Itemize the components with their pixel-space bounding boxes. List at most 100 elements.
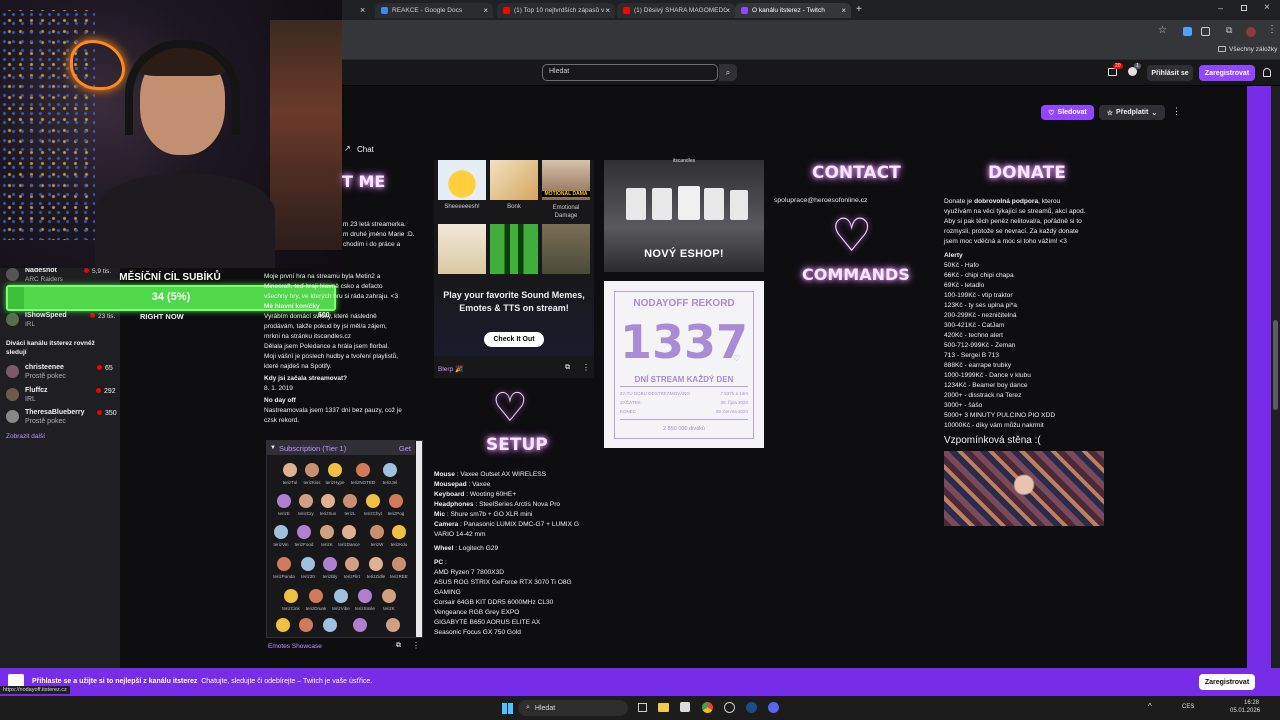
external-link-icon[interactable]: ⧉ [396,642,401,650]
sub-emote-icon[interactable] [277,494,291,508]
taskbar-search[interactable]: ⌕ Hledat [518,700,628,716]
tray-chevron-icon[interactable]: ^ [1148,702,1152,711]
discord-icon[interactable] [768,702,779,713]
sub-emote-icon[interactable] [301,557,315,571]
store-icon[interactable] [680,702,690,712]
subscription-header[interactable]: ▼ Subscription (Tier 1) Get [267,441,415,455]
extension-icon[interactable] [1183,27,1192,36]
translate-icon[interactable] [1201,27,1210,36]
sub-emote-icon[interactable] [299,494,313,508]
sub-emote-icon[interactable] [305,463,319,477]
sub-emote-icon[interactable] [358,589,372,603]
sub-emote-icon[interactable] [343,494,357,508]
sidebar-related-channel[interactable]: Fluffcz IRL 292 [6,386,118,406]
tab-docs[interactable]: REAKCE - Google Docs × [375,3,493,18]
sub-emote-icon[interactable] [356,463,370,477]
contact-email[interactable]: spoluprace@heroesofonline.cz [774,197,867,204]
app-icon[interactable] [724,702,735,713]
sub-emote-icon[interactable] [274,525,288,539]
sub-emote-icon[interactable] [366,494,380,508]
chat-label[interactable]: Chat [357,145,374,154]
sub-emote-icon[interactable] [370,525,384,539]
emote-bonk[interactable] [490,160,538,200]
profile-icon[interactable] [1246,27,1256,37]
sub-emote-icon[interactable] [369,557,383,571]
notifications-icon[interactable] [1108,68,1117,76]
sub-emote-icon[interactable] [283,463,297,477]
sidebar-channel[interactable]: IShowSpeed IRL 23 tis. [6,311,118,331]
close-icon[interactable]: × [605,6,610,15]
all-bookmarks-label[interactable]: Všechny záložky [1229,46,1277,53]
more-icon[interactable]: ⋮ [582,363,590,372]
sub-emote-icon[interactable] [389,494,403,508]
subscription-scrollbar[interactable] [416,441,422,637]
sub-emote-icon[interactable] [299,618,313,632]
user-icon[interactable] [1263,68,1271,77]
sub-emote-icon[interactable] [321,494,335,508]
sub-emote-icon[interactable] [323,557,337,571]
subscribe-button[interactable]: ☆ Předplatit ⌄ [1099,105,1165,120]
puzzle-icon[interactable]: ⧉ [1226,25,1232,36]
tab-youtube-1[interactable]: (1) Top 10 nejtvrdších zápasů v × [497,3,615,18]
check-it-out-button[interactable]: Check It Out [484,332,544,347]
sub-emote-icon[interactable] [383,463,397,477]
sub-emote-icon[interactable] [276,618,290,632]
follow-button[interactable]: ♡ Sledovat [1041,105,1094,120]
sub-emote-icon[interactable] [392,557,406,571]
sub-emote-icon[interactable] [277,557,291,571]
bookmark-star-icon[interactable]: ☆ [1158,25,1167,36]
close-icon[interactable]: × [841,6,846,15]
emote-anime-wow[interactable] [438,224,486,274]
close-icon[interactable]: × [483,6,488,15]
sub-emote-icon[interactable] [342,525,356,539]
steam-icon[interactable] [746,702,757,713]
clock-date[interactable]: 05.01.2026 [1230,708,1260,714]
new-tab-button[interactable]: + [856,4,862,15]
windows-start-icon[interactable] [502,703,513,714]
sidebar-related-channel[interactable]: TheresaBlueberry Prostě pokec 350 [6,408,118,428]
eshop-panel[interactable]: itscandles NOVÝ ESHOP! [604,158,764,272]
close-icon[interactable]: × [725,6,730,15]
blerp-footer[interactable]: Blerp 🎉 [438,365,463,373]
more-options-icon[interactable]: ⋮ [1172,106,1181,117]
maximize-icon[interactable] [1241,5,1247,11]
sub-emote-icon[interactable] [382,589,396,603]
signup-button[interactable]: Zaregistrovat [1199,65,1255,81]
sub-emote-icon[interactable] [309,589,323,603]
sub-emote-icon[interactable] [345,557,359,571]
tab-close-icon[interactable]: × [360,5,365,15]
get-link[interactable]: Get [399,444,411,453]
file-explorer-icon[interactable] [658,703,669,712]
minimize-icon[interactable]: – [1218,3,1223,13]
sub-emote-icon[interactable] [328,463,342,477]
more-icon[interactable]: ⋮ [412,641,420,650]
emote-sheesh[interactable] [438,160,486,200]
scrollbar-thumb[interactable] [1273,320,1278,410]
chrome-icon[interactable] [702,702,713,713]
sub-emote-icon[interactable] [323,618,337,632]
task-view-icon[interactable] [638,703,647,712]
sub-emote-icon[interactable] [353,618,367,632]
tab-youtube-2[interactable]: (1) Děsivý SHARA MAGOMEDO × [617,3,735,18]
search-button[interactable]: ⌕ [719,64,737,81]
sub-emote-icon[interactable] [320,525,334,539]
external-link-icon[interactable]: ⧉ [565,364,570,372]
tab-twitch-active[interactable]: O kanálu itsterez - Twitch × [735,3,851,18]
sub-emote-icon[interactable] [297,525,311,539]
sub-emote-icon[interactable] [386,618,400,632]
banner-signup-button[interactable]: Zaregistrovat [1199,674,1255,690]
login-button[interactable]: Přihlásit se [1147,65,1193,81]
sidebar-related-channel[interactable]: christeenee Prostě pokec 65 [6,363,118,383]
search-input[interactable]: Hledat [542,64,718,81]
emote-titanic-flute[interactable] [542,224,590,274]
show-more-link[interactable]: Zobrazit další [6,433,45,440]
sub-emote-icon[interactable] [284,589,298,603]
menu-kebab-icon[interactable]: ⋮ [1267,24,1277,35]
emote-minecraft[interactable] [490,224,538,274]
sub-emote-icon[interactable] [334,589,348,603]
emotes-showcase-label[interactable]: Emotes Showcase [268,643,322,650]
window-close-icon[interactable]: × [1264,2,1270,13]
clock-time[interactable]: 16:28 [1244,700,1259,706]
language-indicator[interactable]: CES [1182,704,1194,710]
chat-popout-icon[interactable]: ↗ [344,144,351,153]
